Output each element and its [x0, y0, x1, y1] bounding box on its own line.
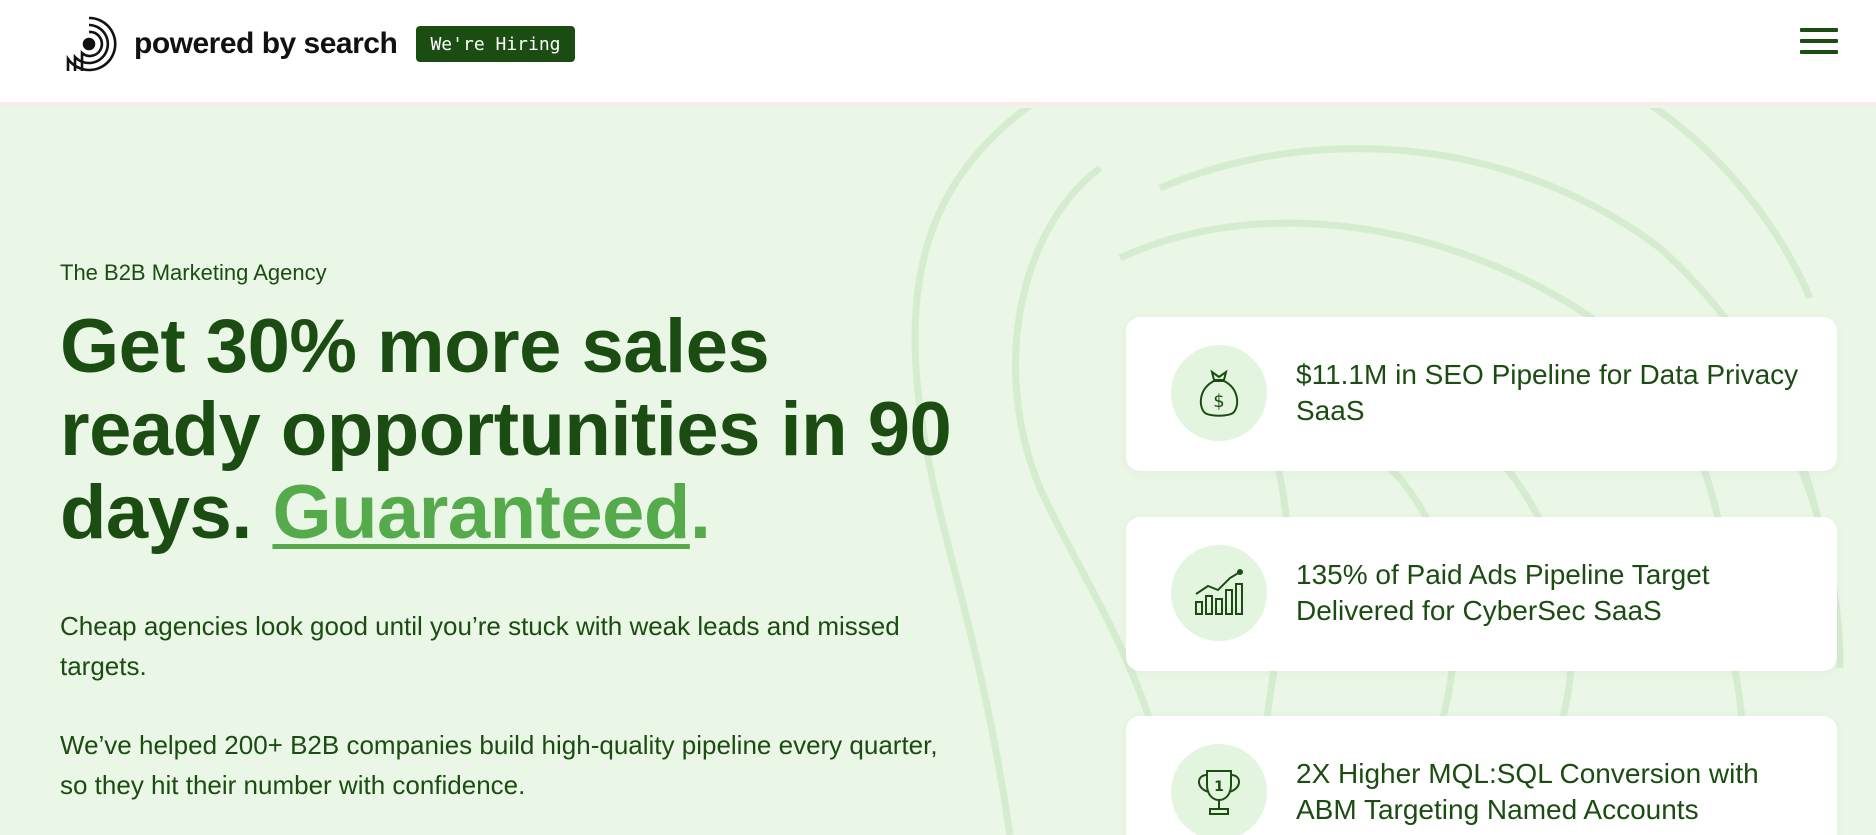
logo-text: powered by search — [134, 27, 398, 60]
logo-icon — [66, 16, 117, 72]
hamburger-menu-icon[interactable] — [1800, 28, 1838, 58]
money-bag-icon: $ — [1171, 345, 1267, 441]
site-header: powered by search We're Hiring — [0, 0, 1876, 105]
stat-text: 2X Higher MQL:SQL Conversion with ABM Ta… — [1296, 758, 1759, 825]
stat-card-seo: $ $11.1M in SEO Pipeline for Data Privac… — [1126, 317, 1837, 471]
stat-text: $11.1M in SEO Pipeline for Data Privacy … — [1296, 359, 1799, 426]
hero-headline: Get 30% more sales ready opportunities i… — [60, 305, 960, 554]
headline-accent-link[interactable]: Guaranteed — [272, 470, 690, 555]
svg-text:1: 1 — [1214, 779, 1224, 795]
logo[interactable]: powered by search — [60, 15, 398, 73]
stat-card-paid-ads: 135% of Paid Ads Pipeline Target Deliver… — [1126, 517, 1837, 671]
stat-text: 135% of Paid Ads Pipeline Target Deliver… — [1296, 559, 1710, 626]
growth-chart-icon — [1171, 545, 1267, 641]
hiring-badge-button[interactable]: We're Hiring — [416, 26, 575, 62]
hero-paragraph-2: We’ve helped 200+ B2B companies build hi… — [60, 730, 938, 800]
hero-eyebrow: The B2B Marketing Agency — [60, 260, 327, 285]
hero-paragraph-1: Cheap agencies look good until you’re st… — [60, 611, 900, 681]
stat-card-abm: 1 2X Higher MQL:SQL Conversion with ABM … — [1126, 716, 1837, 835]
headline-period: . — [689, 470, 711, 555]
svg-text:$: $ — [1213, 391, 1224, 412]
trophy-icon: 1 — [1171, 744, 1267, 835]
